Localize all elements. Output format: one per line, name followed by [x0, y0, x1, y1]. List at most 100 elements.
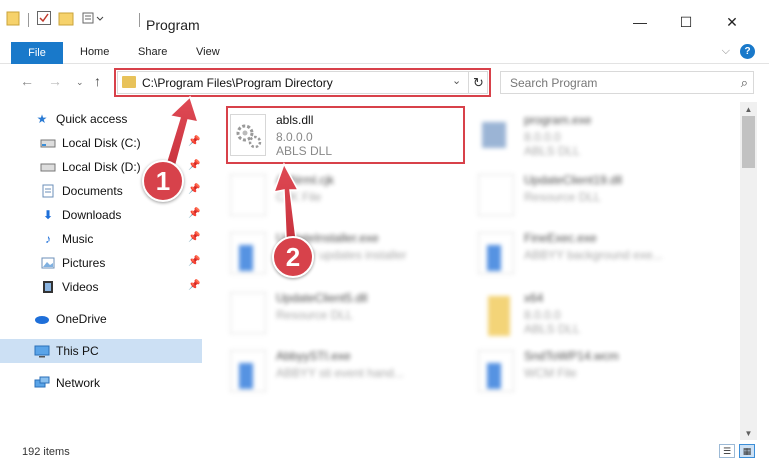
- sidebar-item-this-pc[interactable]: This PC: [0, 339, 202, 363]
- ribbon-tabs: File Home Share View ⌵ ?: [0, 40, 769, 64]
- file-item-abbyysti-exe[interactable]: AbbyySTI.exe ABBYY sti event hand...: [224, 344, 464, 396]
- minimize-button[interactable]: —: [630, 12, 650, 32]
- item-count: 192 items: [22, 446, 70, 458]
- sidebar-item-network[interactable]: Network: [0, 371, 202, 395]
- file-item-program-exe[interactable]: program.exe 8.0.0.0 ABLS DLL: [472, 108, 712, 160]
- drive-icon: [40, 160, 56, 174]
- back-arrow-icon[interactable]: ←: [20, 73, 34, 89]
- file-item-updateclient19-dll[interactable]: UpdateClient19.dll Resource DLL: [472, 168, 712, 220]
- downloads-icon: ⬇: [42, 208, 54, 222]
- forward-arrow-icon[interactable]: →: [48, 73, 62, 89]
- scrollbar-thumb[interactable]: [742, 116, 755, 168]
- file-name: AbNrml.cjk: [276, 173, 335, 187]
- file-name: x64: [524, 291, 544, 305]
- folder-icon: [478, 292, 514, 336]
- close-button[interactable]: ✕: [722, 12, 742, 32]
- file-item-fineexec-exe[interactable]: FineExec.exe ABBYY background exe...: [472, 226, 712, 278]
- divider: [28, 13, 29, 27]
- expand-ribbon-icon[interactable]: ⌵: [722, 45, 730, 58]
- sidebar-item-downloads[interactable]: ⬇ Downloads 📌: [0, 203, 202, 227]
- file-description: CJK File: [276, 190, 322, 204]
- pin-icon[interactable]: 📌: [188, 232, 200, 243]
- file-description: WCM File: [524, 366, 577, 380]
- file-version: 8.0.0.0: [524, 308, 561, 322]
- folder-icon: [6, 10, 20, 26]
- new-folder-icon[interactable]: [58, 10, 74, 26]
- documents-icon: [40, 184, 56, 198]
- file-name: program.exe: [524, 113, 592, 127]
- search-placeholder: Search Program: [510, 76, 598, 90]
- sidebar-item-videos[interactable]: Videos 📌: [0, 275, 202, 299]
- cloud-icon: [34, 312, 50, 326]
- title-bar: Program — ☐ ✕: [0, 0, 769, 40]
- file-item-sndtowp14-wcm[interactable]: SndToWP14.wcm WCM File: [472, 344, 712, 396]
- status-bar: 192 items ☰ ▦: [0, 440, 769, 476]
- pin-icon[interactable]: 📌: [188, 136, 200, 147]
- tab-share[interactable]: Share: [138, 46, 167, 58]
- divider: [139, 13, 140, 27]
- drive-icon: [40, 136, 56, 150]
- customize-toolbar-icon[interactable]: [82, 10, 110, 26]
- file-item-abnrml-cjk[interactable]: AbNrml.cjk CJK File: [224, 168, 464, 220]
- help-icon[interactable]: ?: [740, 44, 755, 59]
- dll-gear-icon: [230, 292, 266, 334]
- search-input[interactable]: Search Program ⌕: [500, 71, 754, 94]
- search-icon[interactable]: ⌕: [741, 75, 748, 91]
- exe-icon: [478, 232, 514, 274]
- maximize-button[interactable]: ☐: [676, 12, 696, 32]
- scroll-down-icon[interactable]: ▼: [740, 426, 757, 440]
- sidebar-item-quick-access[interactable]: ★ Quick access: [0, 107, 202, 131]
- tab-view[interactable]: View: [196, 46, 220, 58]
- file-name: UpdateClient5.dll: [276, 291, 368, 305]
- tab-home[interactable]: Home: [80, 46, 109, 58]
- sidebar-item-onedrive[interactable]: OneDrive: [0, 307, 202, 331]
- properties-icon[interactable]: [36, 10, 52, 26]
- videos-icon: [40, 280, 56, 294]
- network-icon: [34, 376, 50, 390]
- file-name: FineExec.exe: [524, 231, 597, 245]
- sidebar-item-local-disk-c[interactable]: Local Disk (C:) 📌: [0, 131, 202, 155]
- pictures-icon: [40, 256, 56, 270]
- exe-icon: [230, 350, 266, 392]
- file-highlight: [226, 106, 465, 164]
- file-item-updateinstaller-exe[interactable]: UpdateInstaller.exe ABBYY updates instal…: [224, 226, 464, 278]
- large-icons-view-icon[interactable]: ▦: [739, 444, 755, 458]
- sidebar-item-pictures[interactable]: Pictures 📌: [0, 251, 202, 275]
- sidebar-item-music[interactable]: ♪ Music 📌: [0, 227, 202, 251]
- navigation-pane: ★ Quick access Local Disk (C:) 📌 Local D…: [0, 102, 210, 440]
- file-name: AbbyySTI.exe: [276, 349, 351, 363]
- file-description: ABLS DLL: [524, 144, 581, 158]
- scroll-up-icon[interactable]: ▲: [740, 102, 757, 116]
- window-title: Program: [146, 17, 200, 33]
- vertical-scrollbar[interactable]: ▲ ▼: [740, 102, 757, 440]
- pin-icon[interactable]: 📌: [188, 184, 200, 195]
- pin-icon[interactable]: 📌: [188, 208, 200, 219]
- details-view-icon[interactable]: ☰: [719, 444, 735, 458]
- file-description: ABLS DLL: [524, 322, 581, 336]
- file-description: Resource DLL: [524, 190, 601, 204]
- file-name: UpdateClient19.dll: [524, 173, 623, 187]
- file-name: SndToWP14.wcm: [524, 349, 619, 363]
- file-description: Resource DLL: [276, 308, 353, 322]
- step-badge-1: 1: [142, 160, 184, 202]
- pin-icon[interactable]: 📌: [188, 280, 200, 291]
- star-icon: ★: [36, 112, 48, 126]
- dll-gear-icon: [478, 174, 514, 216]
- recent-locations-icon[interactable]: ⌄: [76, 77, 84, 88]
- file-item-x64[interactable]: x64 8.0.0.0 ABLS DLL: [472, 286, 712, 338]
- file-description: ABBYY background exe...: [524, 248, 663, 262]
- up-arrow-icon[interactable]: ↑: [94, 73, 101, 89]
- step-badge-2: 2: [272, 236, 314, 278]
- file-version: 8.0.0.0: [524, 130, 561, 144]
- pin-icon[interactable]: 📌: [188, 256, 200, 267]
- music-icon: ♪: [45, 232, 51, 246]
- computer-icon: [34, 344, 50, 358]
- address-highlight: [114, 68, 491, 97]
- file-item-updateclient5-dll[interactable]: UpdateClient5.dll Resource DLL: [224, 286, 464, 338]
- file-icon: [230, 174, 266, 216]
- exe-icon: [478, 114, 514, 156]
- file-description: ABBYY sti event hand...: [276, 366, 404, 380]
- exe-icon: [230, 232, 266, 274]
- tab-file[interactable]: File: [11, 42, 63, 64]
- pin-icon[interactable]: 📌: [188, 160, 200, 171]
